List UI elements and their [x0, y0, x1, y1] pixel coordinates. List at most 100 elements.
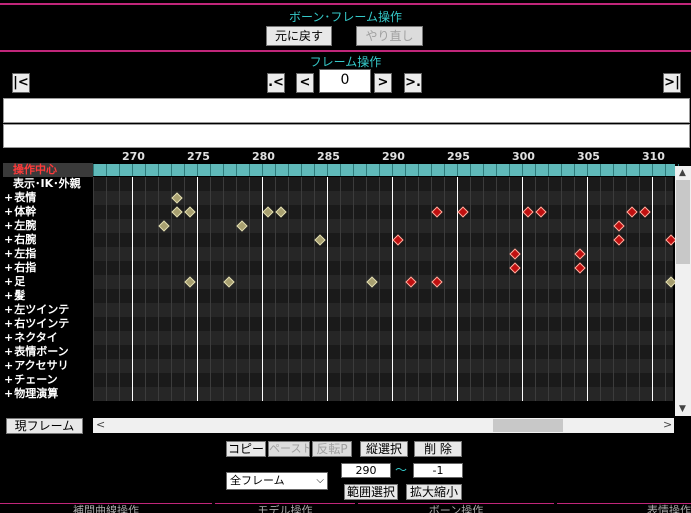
- track-label[interactable]: 体幹: [3, 205, 93, 219]
- track-row[interactable]: [93, 387, 679, 401]
- first-frame-button[interactable]: |<: [12, 73, 30, 93]
- frame-cell-divider: [509, 373, 510, 387]
- frame-cell-divider: [496, 303, 497, 317]
- frame-cell-divider: [340, 359, 341, 373]
- frame-cell-divider: [665, 261, 666, 275]
- horizontal-scrollbar[interactable]: < >: [93, 418, 674, 433]
- frame-cell-divider: [171, 359, 172, 373]
- track-row[interactable]: [93, 289, 679, 303]
- delete-button[interactable]: 削 除: [414, 441, 462, 457]
- track-row[interactable]: [93, 247, 679, 261]
- frame-cell-divider: [405, 191, 406, 205]
- track-label[interactable]: 操作中心: [3, 163, 93, 177]
- frame-cell-divider: [223, 233, 224, 247]
- current-frame-button[interactable]: 現フレーム: [6, 418, 83, 434]
- copy-button[interactable]: コピー: [226, 441, 266, 457]
- range-start-input[interactable]: 290: [341, 463, 391, 478]
- ruler-tick: [444, 164, 445, 176]
- frame-cell-divider: [626, 317, 627, 331]
- undo-button[interactable]: 元に戻す: [266, 26, 332, 46]
- frame-cell-divider: [379, 177, 380, 191]
- track-label[interactable]: ネクタイ: [3, 331, 93, 345]
- frame-cell-divider: [418, 205, 419, 219]
- frame-cell-divider: [145, 191, 146, 205]
- track-label[interactable]: 左指: [3, 247, 93, 261]
- frame-cell-divider: [496, 205, 497, 219]
- frame-cell-divider: [626, 247, 627, 261]
- frame-cell-divider: [223, 387, 224, 401]
- ruler-tick: [210, 164, 211, 176]
- track-label[interactable]: 物理演算: [3, 387, 93, 401]
- track-row[interactable]: [93, 303, 679, 317]
- tab-interpolation[interactable]: 補間曲線操作: [0, 503, 212, 513]
- frame-ruler[interactable]: 270 275 280 285 290 295 300 305 310: [93, 149, 679, 177]
- frame-cell-divider: [496, 345, 497, 359]
- track-row[interactable]: [93, 345, 679, 359]
- range-end-input[interactable]: -1: [413, 463, 463, 478]
- redo-button[interactable]: やり直し: [356, 26, 423, 46]
- track-row[interactable]: [93, 317, 679, 331]
- track-label[interactable]: 右指: [3, 261, 93, 275]
- scroll-right-icon[interactable]: >: [663, 418, 672, 431]
- frame-cell-divider: [431, 247, 432, 261]
- track-label[interactable]: 左腕: [3, 219, 93, 233]
- frame-cell-divider: [665, 205, 666, 219]
- horizontal-scroll-thumb[interactable]: [493, 419, 563, 432]
- timeline[interactable]: 270 275 280 285 290 295 300 305 310 操作中心 表示･IK･外親…: [3, 149, 691, 416]
- frame-cell-divider: [665, 177, 666, 191]
- scroll-left-icon[interactable]: <: [96, 418, 105, 431]
- track-label[interactable]: アクセサリ: [3, 359, 93, 373]
- reverse-paste-button[interactable]: 反転P: [312, 441, 352, 457]
- paste-button[interactable]: ペースト: [268, 441, 310, 457]
- frame-cell-divider: [379, 191, 380, 205]
- tab-facial[interactable]: 表情操作: [557, 503, 691, 513]
- frame-cell-divider: [561, 247, 562, 261]
- range-select-button[interactable]: 範囲選択: [344, 484, 398, 500]
- frame-cell-divider: [93, 233, 94, 247]
- frame-cell-divider: [665, 331, 666, 345]
- frame-cell-divider: [600, 387, 601, 401]
- track-label[interactable]: 表情: [3, 191, 93, 205]
- frame-cell-divider: [366, 345, 367, 359]
- tab-model[interactable]: モデル操作: [215, 503, 355, 513]
- next-frame-button[interactable]: >: [374, 73, 392, 93]
- track-row[interactable]: [93, 359, 679, 373]
- frame-cell-divider: [93, 275, 94, 289]
- vertical-scrollbar[interactable]: ▲ ▼: [675, 166, 691, 416]
- frame-cell-divider: [353, 345, 354, 359]
- vertical-scroll-thumb[interactable]: [676, 180, 690, 264]
- track-label[interactable]: 左ツインテ: [3, 303, 93, 317]
- track-label[interactable]: 足: [3, 275, 93, 289]
- track-label[interactable]: 髪: [3, 289, 93, 303]
- track-row[interactable]: [93, 373, 679, 387]
- frame-cell-divider: [236, 303, 237, 317]
- track-row[interactable]: [93, 177, 679, 191]
- frame-cell-divider: [340, 303, 341, 317]
- prev-frame-button[interactable]: <: [296, 73, 314, 93]
- next-keyframe-button[interactable]: >.: [404, 73, 422, 93]
- track-label[interactable]: 右ツインテ: [3, 317, 93, 331]
- last-frame-button[interactable]: >|: [663, 73, 681, 93]
- scroll-up-icon[interactable]: ▲: [679, 168, 686, 178]
- track-row[interactable]: [93, 275, 679, 289]
- track-row[interactable]: [93, 233, 679, 247]
- scale-button[interactable]: 拡大縮小: [406, 484, 462, 500]
- frame-cell-divider: [496, 177, 497, 191]
- frame-cell-divider: [548, 191, 549, 205]
- track-label[interactable]: 右腕: [3, 233, 93, 247]
- track-row[interactable]: [93, 261, 679, 275]
- frame-number-input[interactable]: 0: [319, 69, 371, 93]
- track-label[interactable]: 表示･IK･外親: [3, 177, 93, 191]
- frame-cell-divider: [379, 219, 380, 233]
- frame-cell-divider: [145, 359, 146, 373]
- track-row[interactable]: [93, 219, 679, 233]
- prev-keyframe-button[interactable]: .<: [267, 73, 285, 93]
- tab-bone[interactable]: ボーン操作: [358, 503, 554, 513]
- track-label-text: 右指: [14, 261, 37, 274]
- scroll-down-icon[interactable]: ▼: [679, 404, 686, 414]
- track-label[interactable]: 表情ボーン: [3, 345, 93, 359]
- frame-filter-select[interactable]: 全フレーム ⌵: [226, 472, 328, 490]
- track-label[interactable]: チェーン: [3, 373, 93, 387]
- vertical-select-button[interactable]: 縦選択: [360, 441, 408, 457]
- track-row[interactable]: [93, 331, 679, 345]
